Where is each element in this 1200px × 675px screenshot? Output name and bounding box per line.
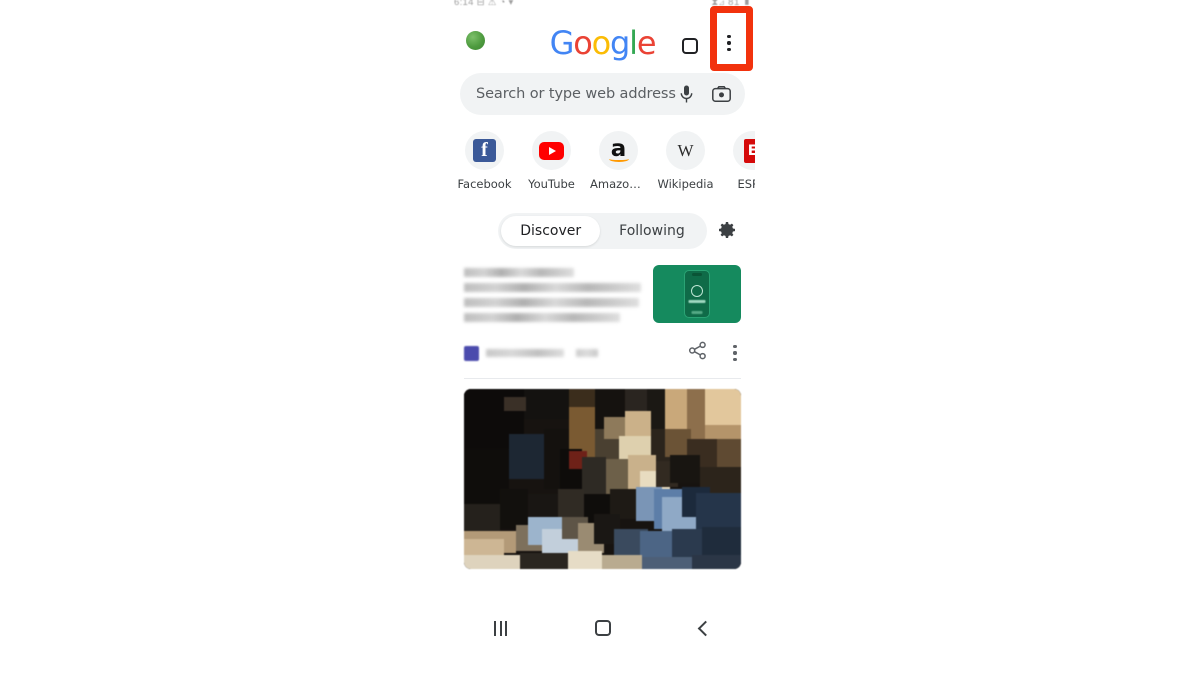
feed-tab-row: Discover Following [450,213,755,249]
status-bar-right: ⧗⊿ 81 ▮ [711,0,751,8]
feed-tab-group: Discover Following [498,213,707,249]
shortcut-facebook[interactable]: f Facebook [456,131,513,191]
tab-following[interactable]: Following [600,216,704,246]
phone-viewport: 6:14 ⊟ ⚠ ◔ ▾ ⧗⊿ 81 ▮ Google Search or ty… [450,0,755,648]
wikipedia-icon: W [666,131,705,170]
site-shortcuts: f Facebook YouTube a Amazon.c… [450,115,755,191]
logo-letter: e [636,24,657,62]
youtube-icon [532,131,571,170]
camera-lens-icon[interactable] [711,86,731,102]
screenshot-root: 6:14 ⊟ ⚠ ◔ ▾ ⧗⊿ 81 ▮ Google Search or ty… [0,0,1200,675]
amazon-icon: a [599,131,638,170]
dot [727,47,731,52]
publisher-favicon [464,345,479,361]
youtube-glyph [539,141,564,160]
logo-letter: o [573,24,593,62]
back-button[interactable] [697,620,714,636]
espn-icon: E [733,131,755,170]
more-vertical-icon[interactable] [733,344,737,362]
shortcut-label: YouTube [528,177,575,191]
amazon-glyph: a [610,136,627,162]
more-vertical-icon[interactable] [727,35,731,52]
search-input[interactable]: Search or type web address [460,73,745,115]
gear-icon[interactable] [717,220,737,245]
shortcut-label: Facebook [457,177,512,191]
pixelated-photo [464,389,741,569]
headline-line [464,268,574,277]
headline-line [464,313,620,322]
dot [733,351,737,355]
discover-feed [450,265,755,569]
photo-redacted [464,389,741,569]
share-icon[interactable] [688,341,707,365]
shortcut-wikipedia[interactable]: W Wikipedia [657,131,714,191]
shortcut-amazon[interactable]: a Amazon.c… [590,131,647,191]
wikipedia-glyph: W [677,140,694,160]
account-avatar[interactable] [466,31,485,50]
shortcut-label: ESPN [737,177,755,191]
shortcut-espn[interactable]: E ESPN [724,131,755,191]
dot [733,344,737,349]
tab-discover[interactable]: Discover [501,216,601,246]
bar [494,620,497,636]
shortcut-label: Wikipedia [657,177,714,191]
shortcut-youtube[interactable]: YouTube [523,131,580,191]
facebook-icon: f [465,131,504,170]
phone-notch [692,273,702,276]
feed-divider [464,378,741,379]
search-placeholder: Search or type web address [476,86,676,102]
app-sublabel-blur [691,311,703,314]
timestamp-redacted [576,349,598,357]
app-logo-circle [691,285,703,297]
thumbnail-phone-graphic [684,270,710,318]
dot [733,357,737,362]
feed-card-article[interactable] [450,265,755,364]
tab-switcher-button[interactable] [682,38,698,54]
espn-glyph: E [744,138,755,163]
dot [727,35,731,39]
article-thumbnail [653,265,741,323]
headline-line [464,298,640,307]
browser-top-bar: Google [450,13,755,67]
app-label-blur [688,300,706,303]
home-button[interactable] [595,620,612,636]
google-logo: Google [549,24,657,62]
publisher-name-redacted [486,349,564,357]
shortcut-label: Amazon.c… [590,177,647,191]
dot [727,41,731,45]
facebook-glyph: f [473,139,496,162]
article-footer [464,341,741,365]
logo-letter: G [549,24,575,62]
amazon-glyph-wrap: a [608,136,629,162]
status-bar-left: 6:14 ⊟ ⚠ ◔ ▾ [454,0,514,8]
logo-letter: g [610,24,630,62]
microphone-icon[interactable] [677,85,695,104]
bar [499,620,502,636]
status-bar: 6:14 ⊟ ⚠ ◔ ▾ ⧗⊿ 81 ▮ [450,0,755,13]
android-navigation-bar [450,608,755,648]
headline-line [464,283,641,292]
feed-card-photo[interactable] [464,389,741,569]
recents-button[interactable] [494,620,508,636]
logo-letter: o [591,24,612,62]
article-top [464,265,741,328]
article-headline-redacted [464,265,641,328]
bar [505,620,508,636]
